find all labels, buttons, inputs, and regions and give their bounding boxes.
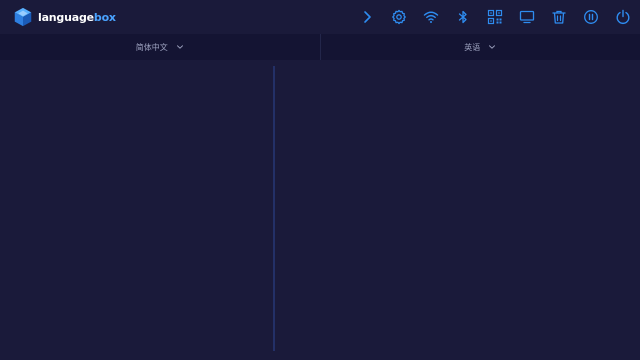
source-language-label: 简体中文 (135, 42, 168, 52)
logo: languagebox (12, 6, 116, 28)
wifi-button[interactable] (420, 6, 442, 28)
pause-icon (584, 10, 598, 24)
power-icon (616, 9, 630, 25)
toolbar (346, 6, 634, 28)
target-text-panel[interactable] (320, 60, 640, 360)
next-button[interactable] (356, 6, 378, 28)
target-language-selector[interactable]: 英语 (321, 34, 640, 60)
chevron-right-icon (364, 11, 371, 23)
gear-icon (392, 9, 406, 25)
chevron-down-icon (489, 45, 496, 49)
qr-code-button[interactable] (484, 6, 506, 28)
chevron-down-icon (176, 45, 183, 49)
target-language-label: 英语 (464, 42, 481, 52)
bluetooth-button[interactable] (452, 6, 474, 28)
pause-button[interactable] (580, 6, 602, 28)
clear-button[interactable] (548, 6, 570, 28)
language-bar: 简体中文 英语 (0, 34, 640, 60)
logo-text: languagebox (38, 10, 116, 24)
panel-divider (273, 66, 275, 351)
monitor-icon (519, 10, 535, 24)
qr-code-icon (487, 9, 503, 25)
header: languagebox (0, 0, 640, 34)
translation-panels (0, 60, 640, 360)
trash-icon (552, 10, 566, 24)
display-button[interactable] (516, 6, 538, 28)
app-window: languagebox 简体中文 英语 (0, 0, 640, 360)
wifi-icon (423, 11, 439, 23)
source-language-selector[interactable]: 简体中文 (0, 34, 320, 60)
logo-cube-icon (14, 7, 32, 27)
power-button[interactable] (612, 6, 634, 28)
settings-button[interactable] (388, 6, 410, 28)
bluetooth-icon (458, 10, 467, 24)
source-text-panel[interactable] (0, 60, 320, 360)
